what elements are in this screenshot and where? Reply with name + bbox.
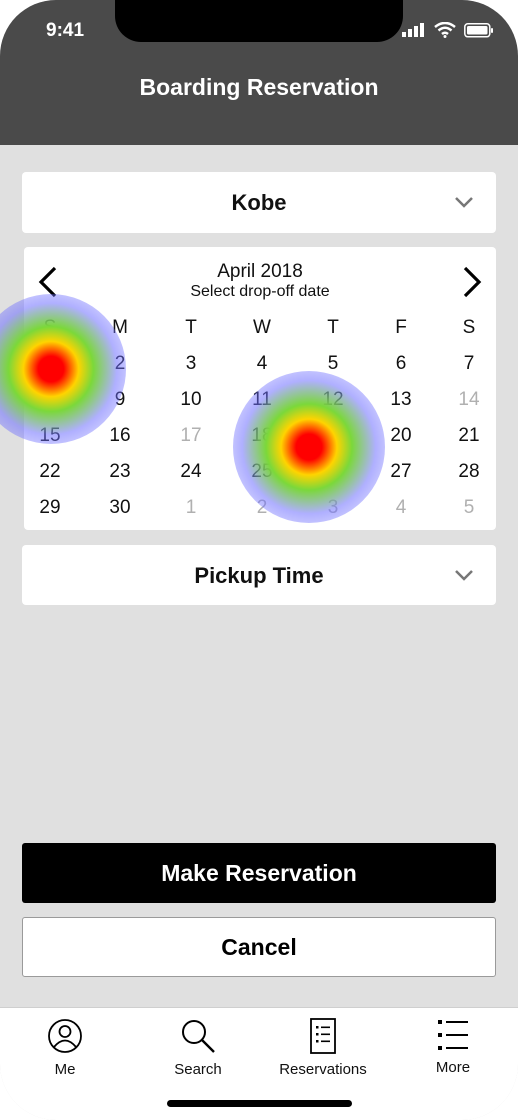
- cancel-button[interactable]: Cancel: [22, 917, 496, 977]
- home-indicator: [167, 1100, 352, 1107]
- calendar-subtitle: Select drop-off date: [190, 283, 330, 300]
- wifi-icon: [434, 22, 456, 38]
- weekday-label: W: [253, 317, 271, 338]
- chevron-down-icon: [455, 197, 473, 208]
- calendar-day[interactable]: 30: [100, 497, 140, 519]
- tab-reservations-label: Reservations: [279, 1061, 367, 1078]
- tab-search-label: Search: [174, 1061, 222, 1078]
- weekday-label: T: [185, 317, 197, 338]
- tab-more-label: More: [435, 1059, 471, 1076]
- device-notch: [115, 0, 403, 42]
- chevron-down-icon: [455, 570, 473, 581]
- calendar-day[interactable]: 7: [449, 353, 489, 375]
- calendar-day[interactable]: 4: [242, 353, 282, 375]
- tab-me[interactable]: Me: [10, 1018, 120, 1078]
- calendar-month: April 2018: [217, 261, 303, 282]
- tab-more[interactable]: More: [398, 1018, 508, 1076]
- pickup-time-select-value: Pickup Time: [194, 563, 324, 588]
- calendar-day[interactable]: 22: [30, 461, 70, 483]
- calendar-day[interactable]: 13: [381, 389, 421, 411]
- calendar-day-disabled: 1: [185, 497, 197, 518]
- tab-me-label: Me: [54, 1061, 76, 1078]
- page-title: Boarding Reservation: [139, 74, 379, 100]
- calendar-day-disabled: 14: [458, 389, 480, 410]
- heatmap-hotspot: [233, 371, 385, 523]
- magnifier-icon: [182, 1020, 215, 1053]
- weekday-label: S: [462, 317, 476, 338]
- tab-search[interactable]: Search: [143, 1018, 253, 1078]
- calendar-day-disabled: 4: [395, 497, 407, 518]
- person-icon: [48, 1019, 82, 1053]
- calendar-day[interactable]: 28: [449, 461, 489, 483]
- pickup-time-select[interactable]: Pickup Time: [22, 545, 496, 605]
- calendar-day[interactable]: 16: [100, 425, 140, 447]
- phone-screen: 9:41 Boarding Reservation Kobe April 201…: [0, 0, 518, 1120]
- calendar-day-disabled: 5: [463, 497, 475, 518]
- weekday-label: T: [327, 317, 339, 338]
- battery-icon: [464, 22, 493, 38]
- status-icons: [402, 22, 494, 38]
- make-reservation-button[interactable]: Make Reservation: [22, 843, 496, 903]
- location-select[interactable]: Kobe: [22, 172, 496, 233]
- calendar-day[interactable]: 3: [171, 353, 211, 375]
- tab-reservations[interactable]: Reservations: [268, 1018, 378, 1078]
- calendar-day[interactable]: 27: [381, 461, 421, 483]
- more-list-icon: [438, 1020, 468, 1050]
- calendar-day[interactable]: 6: [381, 353, 421, 375]
- calendar-day[interactable]: 29: [30, 497, 70, 519]
- calendar-day[interactable]: 24: [171, 461, 211, 483]
- location-select-value: Kobe: [231, 190, 287, 215]
- calendar-day[interactable]: 21: [449, 425, 489, 447]
- signal-icon: [402, 23, 424, 37]
- list-document-icon: [310, 1018, 336, 1054]
- status-time: 9:41: [46, 20, 85, 41]
- app-header: 9:41 Boarding Reservation: [0, 0, 518, 145]
- calendar-day-disabled: 17: [180, 425, 202, 446]
- calendar-day[interactable]: 20: [381, 425, 421, 447]
- calendar-day[interactable]: 10: [171, 389, 211, 411]
- weekday-label: F: [395, 317, 407, 338]
- calendar-day[interactable]: 23: [100, 461, 140, 483]
